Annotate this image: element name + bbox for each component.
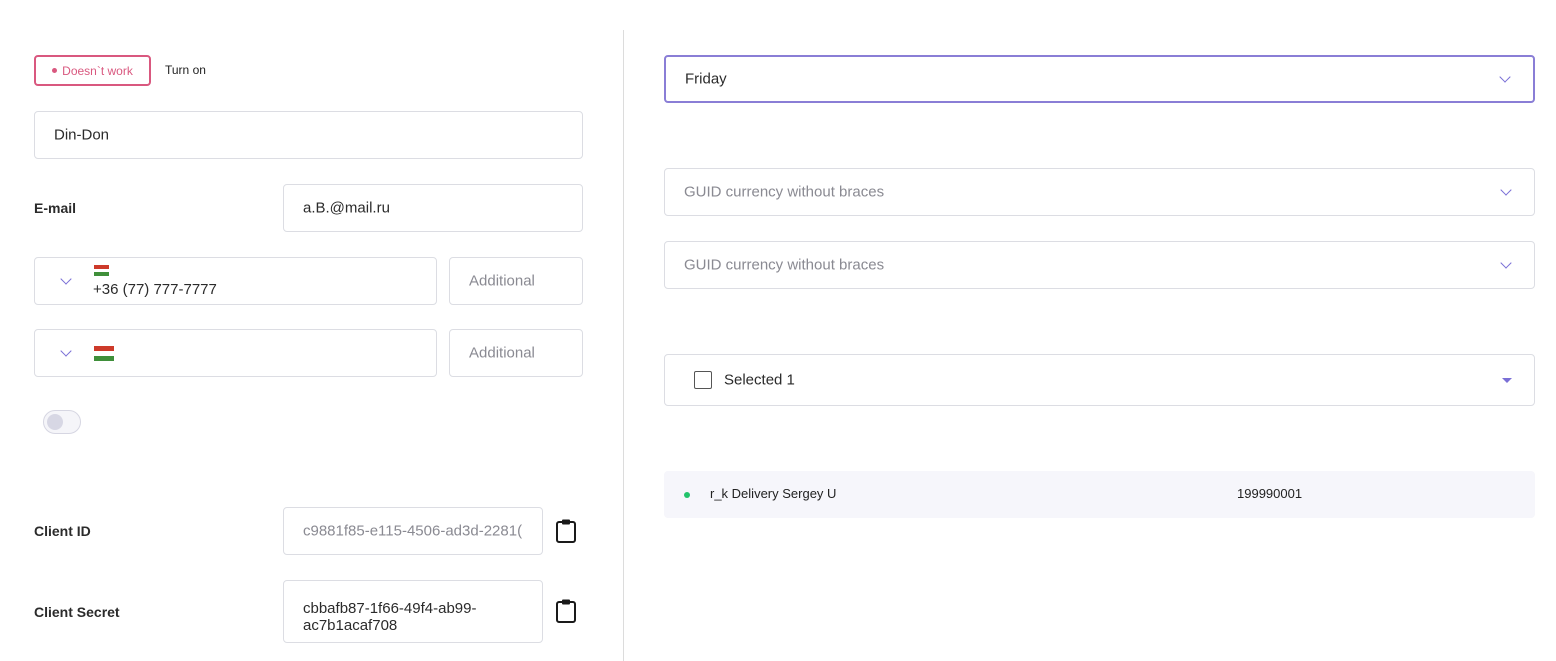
email-label: E-mail — [34, 200, 77, 216]
currency-select-1[interactable]: GUID currency without braces — [664, 168, 1535, 216]
status-badge-label: Doesn`t work — [62, 63, 133, 78]
currency-select-2[interactable]: GUID currency without braces — [664, 241, 1535, 289]
client-secret-line-1: cbbafb87-1f66-49f4-ab99- — [303, 600, 477, 617]
currency-select-1-placeholder: GUID currency without braces — [684, 183, 885, 201]
client-id-field[interactable]: c9881f85-e115-4506-ad3d-2281( — [283, 507, 543, 555]
chevron-down-icon — [1500, 257, 1512, 269]
email-field-value: a.B.@mail.ru — [303, 199, 390, 217]
select-all-checkbox[interactable] — [694, 371, 712, 389]
status-badge[interactable]: Doesn`t work — [34, 55, 151, 86]
delivery-row[interactable]: r_k Delivery Sergey U 199990001 — [664, 471, 1535, 518]
toggle-knob — [47, 414, 63, 430]
delivery-code: 199990001 — [1237, 486, 1303, 501]
country-chevron-down-icon[interactable] — [60, 273, 72, 285]
phone-field-1[interactable]: +36 (77) 777-7777 — [34, 257, 437, 305]
multi-select-label: Selected 1 — [724, 371, 795, 389]
column-divider — [623, 30, 624, 661]
name-input[interactable]: Din-Don — [34, 111, 583, 159]
client-secret-line-2: ac7b1acaf708 — [303, 617, 398, 634]
clipboard-icon[interactable] — [554, 598, 578, 624]
client-secret-label: Client Secret — [34, 604, 120, 620]
phone-number-1: +36 (77) 777-7777 — [93, 281, 217, 298]
phone-additional-placeholder-2: Additional — [469, 344, 535, 362]
phone-additional-input-2[interactable]: Additional — [449, 329, 583, 377]
phone-field-2[interactable] — [34, 329, 437, 377]
client-id-label: Client ID — [34, 523, 91, 539]
day-select[interactable]: Friday — [664, 55, 1535, 103]
hungary-flag-icon — [94, 265, 109, 276]
chevron-down-icon — [1499, 71, 1511, 83]
caret-down-icon — [1502, 378, 1512, 383]
phone-additional-input-1[interactable]: Additional — [449, 257, 583, 305]
day-select-value: Friday — [685, 70, 727, 88]
multi-select[interactable]: Selected 1 — [664, 354, 1535, 406]
clipboard-icon[interactable] — [554, 518, 578, 544]
phone-additional-placeholder-1: Additional — [469, 272, 535, 290]
client-id-value: c9881f85-e115-4506-ad3d-2281( — [303, 522, 523, 540]
turn-on-button[interactable]: Turn on — [165, 63, 206, 77]
hungary-flag-icon — [94, 346, 114, 361]
delivery-name: r_k Delivery Sergey U — [710, 486, 837, 501]
client-secret-field[interactable]: cbbafb87-1f66-49f4-ab99- ac7b1acaf708 — [283, 580, 543, 643]
toggle-switch[interactable] — [43, 410, 81, 434]
chevron-down-icon — [1500, 184, 1512, 196]
currency-select-2-placeholder: GUID currency without braces — [684, 256, 885, 274]
name-input-value: Din-Don — [54, 126, 110, 144]
status-dot-icon — [52, 68, 58, 73]
country-chevron-down-icon[interactable] — [60, 345, 72, 357]
status-dot-icon — [684, 492, 690, 498]
email-field[interactable]: a.B.@mail.ru — [283, 184, 583, 232]
